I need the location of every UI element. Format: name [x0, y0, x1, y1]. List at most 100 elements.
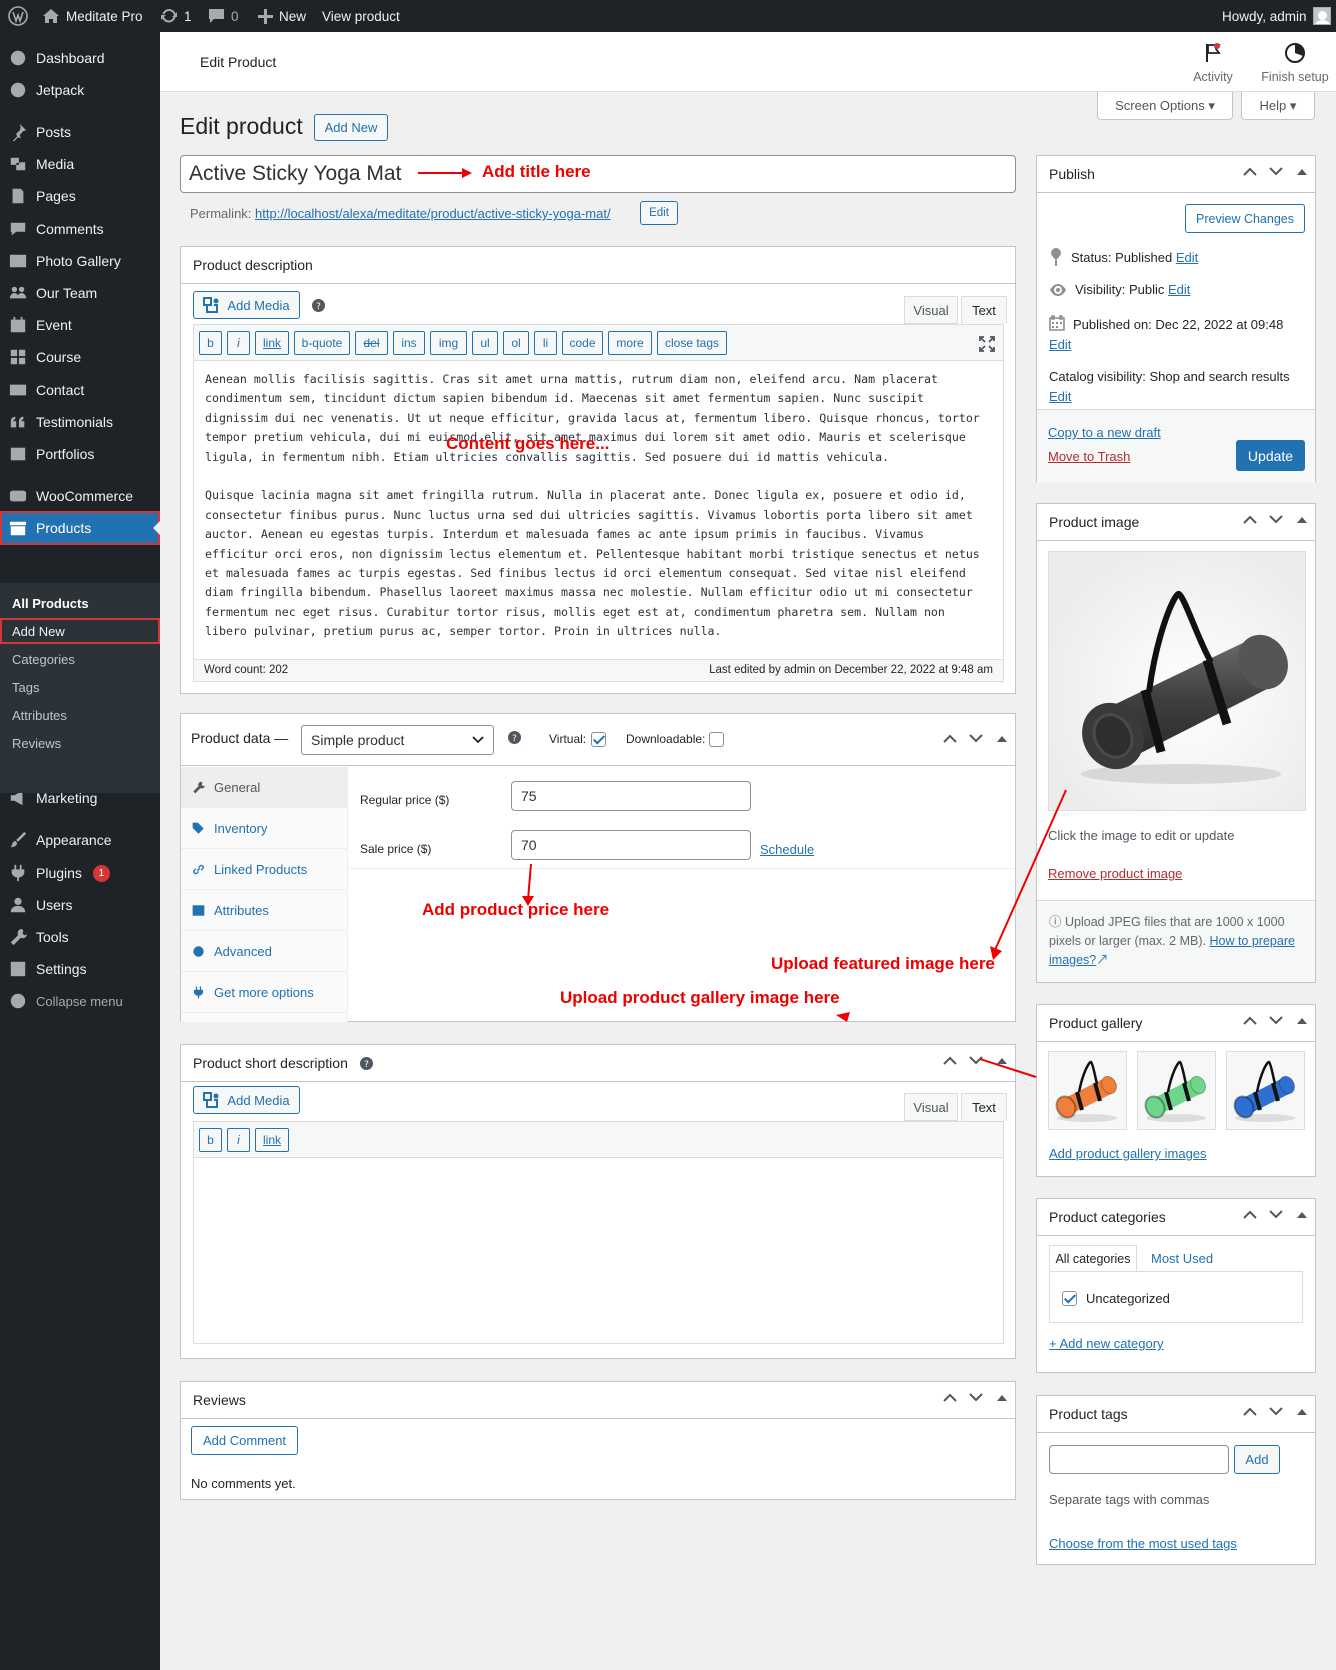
submenu-item-add-new[interactable]: Add New	[0, 618, 160, 644]
sidebar-item-woocommerce[interactable]: WooCommerce	[0, 479, 160, 513]
wordpress-logo-icon[interactable]	[8, 0, 28, 32]
tag-input[interactable]	[1049, 1445, 1229, 1474]
toggle-panel-icon[interactable]	[1297, 1211, 1307, 1218]
sidebar-item-portfolios[interactable]: Portfolios	[0, 437, 160, 471]
toggle-panel-icon[interactable]	[1297, 168, 1307, 175]
sidebar-item-posts[interactable]: Posts	[0, 115, 160, 149]
quicktag-ol[interactable]: ol	[503, 331, 529, 355]
move-up-icon[interactable]	[1243, 1407, 1257, 1416]
tab-visual[interactable]: Visual	[904, 1093, 958, 1121]
new-content-link[interactable]: New	[258, 0, 306, 32]
quicktag-b[interactable]: b	[199, 1128, 222, 1152]
sidebar-item-event[interactable]: Event	[0, 308, 160, 342]
add-media-button[interactable]: Add Media	[193, 291, 300, 319]
add-new-category-link[interactable]: + Add new category	[1049, 1336, 1164, 1351]
regular-price-input[interactable]: 75	[511, 781, 751, 811]
move-to-trash-link[interactable]: Move to Trash	[1048, 449, 1130, 464]
quicktag-ul[interactable]: ul	[472, 331, 498, 355]
my-account-link[interactable]: Howdy, admin	[1222, 0, 1331, 32]
short-description-textarea[interactable]	[194, 1159, 1003, 1343]
permalink-url[interactable]: http://localhost/alexa/meditate/product/…	[255, 206, 611, 221]
submenu-item-attributes[interactable]: Attributes	[0, 702, 160, 728]
submenu-item-reviews[interactable]: Reviews	[0, 730, 160, 756]
sidebar-item-jetpack[interactable]: Jetpack	[0, 73, 160, 107]
status-edit-link[interactable]: Edit	[1176, 250, 1198, 265]
quicktag-b-quote[interactable]: b-quote	[294, 331, 350, 355]
move-up-icon[interactable]	[1243, 167, 1257, 176]
move-up-icon[interactable]	[943, 1056, 957, 1065]
sidebar-item-products[interactable]: Products	[0, 511, 161, 545]
quicktag-i[interactable]: i	[227, 331, 250, 355]
help-icon[interactable]: ?	[312, 299, 325, 312]
submenu-item-categories[interactable]: Categories	[0, 646, 160, 672]
move-up-icon[interactable]	[1243, 515, 1257, 524]
move-up-icon[interactable]	[943, 734, 957, 743]
move-up-icon[interactable]	[943, 1393, 957, 1402]
copy-draft-link[interactable]: Copy to a new draft	[1048, 425, 1161, 440]
tab-text[interactable]: Text	[961, 1093, 1007, 1121]
quicktag-img[interactable]: img	[430, 331, 467, 355]
sidebar-item-photo-gallery[interactable]: Photo Gallery	[0, 244, 160, 278]
tab-text[interactable]: Text	[961, 296, 1007, 324]
quicktag-more[interactable]: more	[608, 331, 652, 355]
tab-linked-products[interactable]: Linked Products	[181, 849, 347, 890]
comments-link[interactable]: 0	[208, 0, 239, 32]
preview-changes-button[interactable]: Preview Changes	[1185, 204, 1305, 233]
move-down-icon[interactable]	[1269, 1407, 1283, 1416]
move-up-icon[interactable]	[1243, 1210, 1257, 1219]
updates-link[interactable]: 1	[160, 0, 192, 32]
gallery-thumbnail[interactable]	[1226, 1051, 1305, 1130]
tab-all-categories[interactable]: All categories	[1049, 1245, 1137, 1272]
tab-general[interactable]: General	[181, 767, 347, 808]
sidebar-item-plugins[interactable]: Plugins 1	[0, 856, 160, 890]
view-product-link[interactable]: View product	[322, 0, 400, 32]
quicktag-del[interactable]: del	[355, 331, 388, 355]
quicktag-i[interactable]: i	[227, 1128, 250, 1152]
help-icon[interactable]: ?	[508, 731, 521, 744]
schedule-link[interactable]: Schedule	[760, 842, 814, 857]
sidebar-item-course[interactable]: Course	[0, 340, 160, 374]
quicktag-close-tags[interactable]: close tags	[657, 331, 727, 355]
submenu-item-all-products[interactable]: All Products	[0, 590, 160, 616]
toggle-panel-icon[interactable]	[1297, 1017, 1307, 1024]
add-media-button[interactable]: Add Media	[193, 1086, 300, 1114]
screen-options-button[interactable]: Screen Options ▾	[1097, 92, 1233, 120]
activity-button[interactable]: Activity	[1178, 40, 1248, 84]
sidebar-item-testimonials[interactable]: Testimonials	[0, 405, 160, 439]
finish-setup-button[interactable]: Finish setup	[1255, 40, 1335, 84]
move-down-icon[interactable]	[1269, 1016, 1283, 1025]
sidebar-item-dashboard[interactable]: Dashboard	[0, 41, 160, 75]
add-comment-button[interactable]: Add Comment	[191, 1426, 298, 1455]
description-textarea[interactable]: Aenean mollis facilisis sagittis. Cras s…	[205, 370, 980, 641]
tab-most-used[interactable]: Most Used	[1151, 1251, 1213, 1266]
catalog-edit-link[interactable]: Edit	[1049, 389, 1071, 404]
sidebar-item-comments[interactable]: Comments	[0, 212, 160, 246]
add-tag-button[interactable]: Add	[1234, 1445, 1280, 1474]
move-down-icon[interactable]	[1269, 515, 1283, 524]
product-type-select[interactable]: Simple product	[301, 725, 494, 755]
move-down-icon[interactable]	[969, 734, 983, 743]
toggle-panel-icon[interactable]	[997, 1394, 1007, 1401]
title-input[interactable]: Active Sticky Yoga Mat	[180, 155, 1016, 193]
update-button[interactable]: Update	[1236, 440, 1305, 471]
help-icon[interactable]: ?	[359, 1056, 373, 1070]
sidebar-item-contact[interactable]: Contact	[0, 373, 160, 407]
tab-advanced[interactable]: Advanced	[181, 931, 347, 972]
sidebar-item-users[interactable]: Users	[0, 888, 160, 922]
toggle-panel-icon[interactable]	[1297, 516, 1307, 523]
quicktag-li[interactable]: li	[534, 331, 557, 355]
permalink-edit-button[interactable]: Edit	[640, 201, 678, 225]
move-down-icon[interactable]	[969, 1393, 983, 1402]
sidebar-item-pages[interactable]: Pages	[0, 179, 160, 213]
tab-get-more-options[interactable]: Get more options	[181, 972, 347, 1013]
move-up-icon[interactable]	[1243, 1016, 1257, 1025]
sale-price-input[interactable]: 70	[511, 830, 751, 860]
fullscreen-icon[interactable]	[979, 336, 995, 352]
add-gallery-images-link[interactable]: Add product gallery images	[1049, 1146, 1207, 1161]
submenu-item-tags[interactable]: Tags	[0, 674, 160, 700]
quicktag-b[interactable]: b	[199, 331, 222, 355]
sidebar-item-media[interactable]: Media	[0, 147, 160, 181]
sidebar-item-settings[interactable]: Settings	[0, 952, 160, 986]
featured-image[interactable]	[1048, 551, 1306, 811]
add-new-button[interactable]: Add New	[314, 114, 388, 141]
